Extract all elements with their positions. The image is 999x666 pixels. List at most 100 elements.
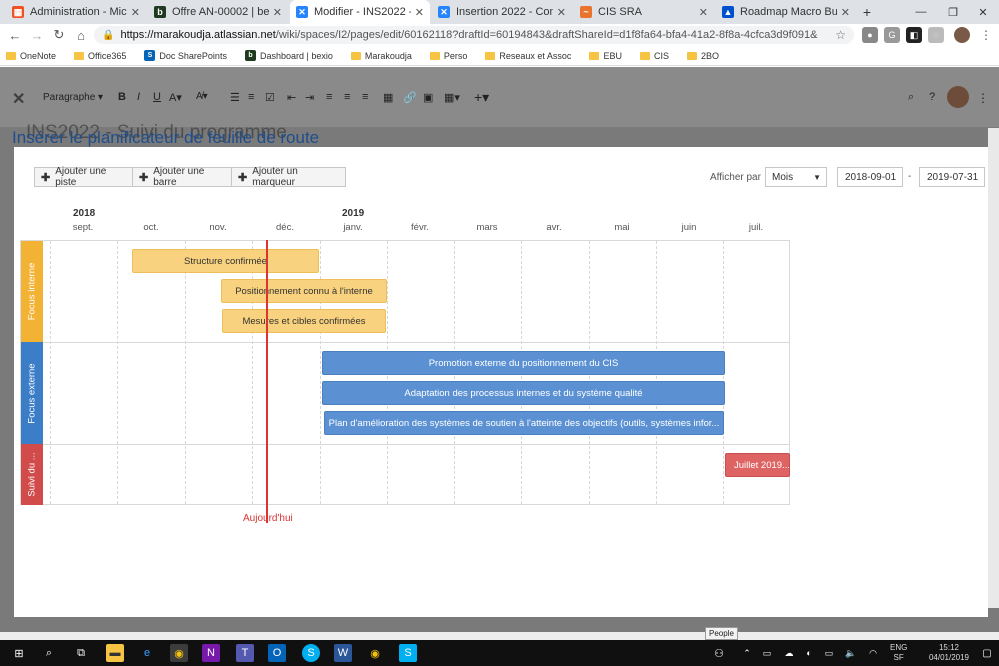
bookmark-item[interactable]: 2BO — [686, 51, 719, 61]
forward-icon[interactable]: → — [28, 26, 46, 44]
roadmap-bar[interactable]: Plan d'amélioration des systèmes de sout… — [324, 411, 724, 435]
word-icon[interactable]: W — [334, 644, 352, 662]
clock[interactable]: 15:12 04/01/2019 — [925, 643, 973, 663]
home-icon[interactable]: ⌂ — [72, 26, 90, 44]
underline-icon[interactable]: U — [153, 91, 161, 103]
close-icon[interactable]: ✕ — [131, 6, 140, 19]
browser-tab[interactable]: ✕ Insertion 2022 - Confluence ✕ — [432, 0, 572, 24]
browser-tab[interactable]: b Offre AN-00002 | bexio ✕ — [148, 0, 288, 24]
bookmark-item[interactable]: CIS — [639, 51, 669, 61]
extension-icon[interactable]: ● — [862, 27, 878, 43]
bookmark-item[interactable]: OneNote — [6, 51, 56, 61]
close-icon[interactable]: ✕ — [841, 6, 850, 19]
windows-start-icon[interactable]: ⊞ — [10, 644, 28, 662]
bookmark-star-icon[interactable]: ☆ — [835, 28, 846, 42]
italic-icon[interactable]: I — [137, 91, 140, 103]
bold-icon[interactable]: B — [118, 91, 126, 103]
avatar[interactable] — [947, 86, 969, 108]
menu-icon[interactable]: ⋮ — [978, 27, 994, 43]
extension-icon[interactable]: ◌ — [928, 27, 944, 43]
text-color-icon[interactable]: A▾ — [169, 91, 182, 104]
search-icon[interactable]: ⌕ — [40, 644, 58, 662]
roadmap-bar[interactable]: Positionnement connu à l'interne — [221, 279, 387, 303]
align-right-icon[interactable]: ≡ — [362, 91, 368, 103]
reload-icon[interactable]: ↻ — [50, 26, 68, 44]
lane-label-suivi[interactable]: Suivi du ... — [21, 444, 43, 505]
today-marker[interactable] — [266, 240, 268, 523]
help-icon[interactable]: ? — [929, 91, 935, 103]
bullet-list-icon[interactable]: ☰ — [230, 91, 240, 104]
paragraph-style-dropdown[interactable]: Paragraphe ▾ — [43, 92, 103, 103]
url-input[interactable]: 🔒 https://marakoudja.atlassian.net/wiki/… — [94, 26, 854, 44]
wifi-icon[interactable]: ◠ — [864, 644, 882, 662]
people-icon[interactable]: ⚇ — [710, 644, 728, 662]
skype-business-icon[interactable]: S — [399, 644, 417, 662]
back-icon[interactable]: ← — [6, 26, 24, 44]
bookmark-item[interactable]: Marakoudja — [350, 51, 412, 61]
skype-icon[interactable]: S — [302, 644, 320, 662]
lane-label-focus-externe[interactable]: Focus externe — [21, 342, 43, 444]
roadmap-bar[interactable]: Juillet 2019... — [725, 453, 790, 477]
roadmap-bar[interactable]: Adaptation des processus internes et du … — [322, 381, 725, 405]
lane-label-focus-interne[interactable]: Focus interne — [21, 241, 43, 342]
close-icon[interactable]: ✕ — [273, 6, 282, 19]
battery-icon[interactable]: ▭ — [820, 644, 838, 662]
confluence-logo-icon[interactable]: ✕ — [12, 89, 30, 108]
more-icon[interactable]: ⋮ — [977, 91, 989, 105]
volume-icon[interactable]: 🔈 — [842, 644, 860, 662]
close-icon[interactable]: ✕ — [699, 6, 708, 19]
link-icon[interactable]: 🔗 — [403, 91, 417, 104]
roadmap-bar[interactable]: Mesures et cibles confirmées — [222, 309, 386, 333]
indent-icon[interactable]: ⇥ — [305, 91, 314, 104]
numbered-list-icon[interactable]: ≡ — [248, 91, 254, 103]
start-date-field[interactable]: 2018-09-01 — [837, 167, 903, 187]
tray-app-icon[interactable]: ◐ — [800, 644, 818, 662]
bookmark-item[interactable]: Perso — [429, 51, 467, 61]
restore-icon[interactable]: ❐ — [938, 0, 968, 24]
extension-icon[interactable]: ◧ — [906, 27, 922, 43]
browser-tab-active[interactable]: ✕ Modifier - INS2022 - Suivi d ✕ — [290, 0, 430, 24]
chrome-icon[interactable]: ◉ — [366, 644, 384, 662]
tray-chevron-icon[interactable]: ⌃ — [738, 644, 756, 662]
task-list-icon[interactable]: ☑ — [265, 91, 275, 104]
browser-tab[interactable]: ~ CIS SRA ✕ — [574, 0, 714, 24]
add-marker-button[interactable]: ✚ Ajouter un marqueur — [231, 166, 346, 188]
tray-app-icon[interactable]: ▭ — [758, 644, 776, 662]
edge-icon[interactable]: e — [138, 644, 156, 662]
format-icon[interactable]: A̸▾ — [196, 91, 208, 102]
insert-more-icon[interactable]: +▾ — [474, 89, 489, 106]
image-icon[interactable]: ▣ — [423, 91, 433, 104]
outdent-icon[interactable]: ⇤ — [287, 91, 296, 104]
bookmark-item[interactable]: Reseaux et Assoc — [485, 51, 571, 61]
extension-icon[interactable]: G — [884, 27, 900, 43]
task-view-icon[interactable]: ⧉ — [72, 644, 90, 662]
new-tab-button[interactable]: + — [852, 0, 882, 24]
bookmark-item[interactable]: b Dashboard | bexio — [244, 50, 333, 61]
outlook-icon[interactable]: O — [268, 644, 286, 662]
close-window-icon[interactable]: ✕ — [968, 0, 998, 24]
search-icon[interactable]: ⌕ — [908, 91, 914, 104]
browser-tab[interactable]: ▦ Administration - Microsoft ✕ — [6, 0, 146, 24]
minimize-icon[interactable]: — — [906, 0, 936, 24]
input-language[interactable]: ENG SF — [890, 643, 907, 663]
onedrive-icon[interactable]: ☁ — [780, 644, 798, 662]
close-icon[interactable]: ✕ — [415, 6, 424, 19]
onenote-icon[interactable]: N — [202, 644, 220, 662]
file-explorer-icon[interactable]: ▬ — [106, 644, 124, 662]
end-date-field[interactable]: 2019-07-31 — [919, 167, 985, 187]
roadmap-bar[interactable]: Promotion externe du positionnement du C… — [322, 351, 725, 375]
table-icon[interactable]: ▦▾ — [444, 91, 460, 104]
align-center-icon[interactable]: ≡ — [344, 91, 350, 103]
bookmark-item[interactable]: EBU — [589, 51, 622, 61]
bookmark-item[interactable]: S Doc SharePoints — [144, 50, 227, 61]
profile-avatar[interactable] — [954, 27, 970, 43]
browser-tab[interactable]: ▲ Roadmap Macro Bug - Can ✕ — [716, 0, 856, 24]
bookmark-item[interactable]: Office365 — [74, 51, 126, 61]
display-by-select[interactable]: Mois ▼ — [765, 167, 827, 187]
add-bar-button[interactable]: ✚ Ajouter une barre — [132, 166, 232, 188]
chrome-icon[interactable]: ◉ — [170, 644, 188, 662]
add-lane-button[interactable]: ✚ Ajouter une piste — [34, 166, 133, 188]
layout-icon[interactable]: ▦ — [383, 91, 393, 104]
close-icon[interactable]: ✕ — [557, 6, 566, 19]
roadmap-bar[interactable]: Structure confirmée — [132, 249, 319, 273]
